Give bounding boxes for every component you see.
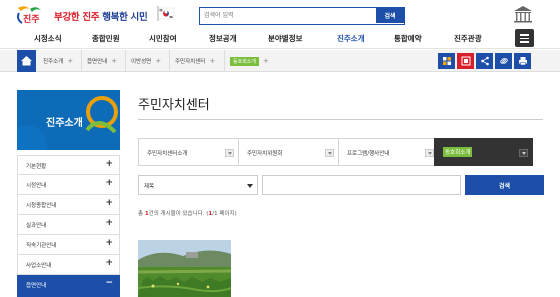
- board-search-input-box: [262, 175, 461, 195]
- tab-committee[interactable]: 주민자치위원회: [238, 138, 339, 166]
- tab-center-intro[interactable]: 주민자치센터소개: [138, 138, 239, 166]
- nav-item-tourism[interactable]: 진주관광: [454, 33, 482, 44]
- sidebar-item-departments[interactable]: 실과안내 +: [17, 215, 120, 235]
- sidebar-item-basic[interactable]: 기본현황 +: [17, 155, 120, 175]
- tab-clubs[interactable]: 동호회소개: [434, 138, 533, 166]
- qr-code-icon[interactable]: [457, 53, 474, 69]
- slogan-blue: 행복한 시민: [102, 12, 148, 23]
- cityhall-icon[interactable]: [511, 5, 535, 24]
- nav-item-participation[interactable]: 시민참여: [149, 33, 177, 44]
- slogan: 부강한 진주 행복한 시민: [54, 9, 148, 23]
- sidebar-item-city-guide[interactable]: 시정안내 +: [17, 175, 120, 195]
- link-copy-icon[interactable]: [495, 53, 512, 69]
- nav-item-reservation[interactable]: 통합예약: [394, 33, 422, 44]
- breadcrumb: 진주소개 + 읍면안내 + 이반성면 + 주민자치센터 + 동호회소개 +: [0, 50, 560, 72]
- site-search-button[interactable]: 검색: [376, 8, 404, 23]
- sidebar-title: 진주소개: [17, 90, 120, 150]
- title-divider: [138, 119, 543, 120]
- site-search-input[interactable]: [200, 8, 375, 23]
- home-icon[interactable]: [17, 50, 36, 72]
- nav-item-about[interactable]: 진주소개: [337, 33, 365, 44]
- nav-item-disclosure[interactable]: 정보공개: [209, 33, 237, 44]
- search-field-select[interactable]: 제목: [138, 175, 258, 195]
- breadcrumb-item[interactable]: 진주소개 +: [38, 50, 82, 72]
- breadcrumb-item[interactable]: 주민자치센터 +: [170, 50, 225, 72]
- sidebar-item-towns[interactable]: 읍면안내 −: [17, 275, 120, 297]
- main-nav: 시정소식 종합민원 시민참여 정보공개 분야별정보 진주소개 통합예약 진주관광: [0, 27, 560, 49]
- board-search-button[interactable]: 검색: [465, 175, 544, 195]
- board-search-input[interactable]: [263, 176, 460, 194]
- tab-programs[interactable]: 프로그램/행사안내: [338, 138, 439, 166]
- breadcrumb-item-current[interactable]: 동호회소개 +: [225, 50, 273, 72]
- hamburger-menu-icon[interactable]: [515, 29, 534, 47]
- page-title: 주민자치센터: [138, 98, 210, 113]
- taegukgi-flag-icon: [157, 5, 175, 21]
- share-icon[interactable]: [476, 53, 493, 69]
- nav-item-news[interactable]: 시정소식: [34, 33, 62, 44]
- slogan-red: 부강한 진주: [54, 12, 100, 23]
- sidebar-item-agencies[interactable]: 직속기관안내 +: [17, 235, 120, 255]
- nav-item-civil[interactable]: 종합민원: [92, 33, 120, 44]
- post-count: 총 1건의 게시물이 있습니다. (1/1 페이지): [138, 211, 237, 217]
- site-header: 진주 부강한 진주 행복한 시민 검색: [0, 0, 560, 27]
- breadcrumb-item[interactable]: 읍면안내 +: [82, 50, 126, 72]
- site-search: 검색: [199, 7, 405, 25]
- sidebar-title-text: 진주소개: [46, 118, 83, 129]
- jinju-logo[interactable]: 진주: [14, 5, 48, 27]
- gallery-thumbnail[interactable]: [138, 240, 231, 297]
- sidebar-item-offices[interactable]: 사업소안내 +: [17, 255, 120, 275]
- chevron-down-icon: [247, 184, 253, 188]
- sidebar-item-cityhall[interactable]: 시청종합안내 +: [17, 195, 120, 215]
- share-sns-icon[interactable]: [438, 53, 455, 69]
- print-icon[interactable]: [514, 53, 531, 69]
- logo-text: 진주: [23, 13, 40, 25]
- breadcrumb-item[interactable]: 이반성면 +: [126, 50, 170, 72]
- nav-item-field-info[interactable]: 분야별정보: [268, 33, 303, 44]
